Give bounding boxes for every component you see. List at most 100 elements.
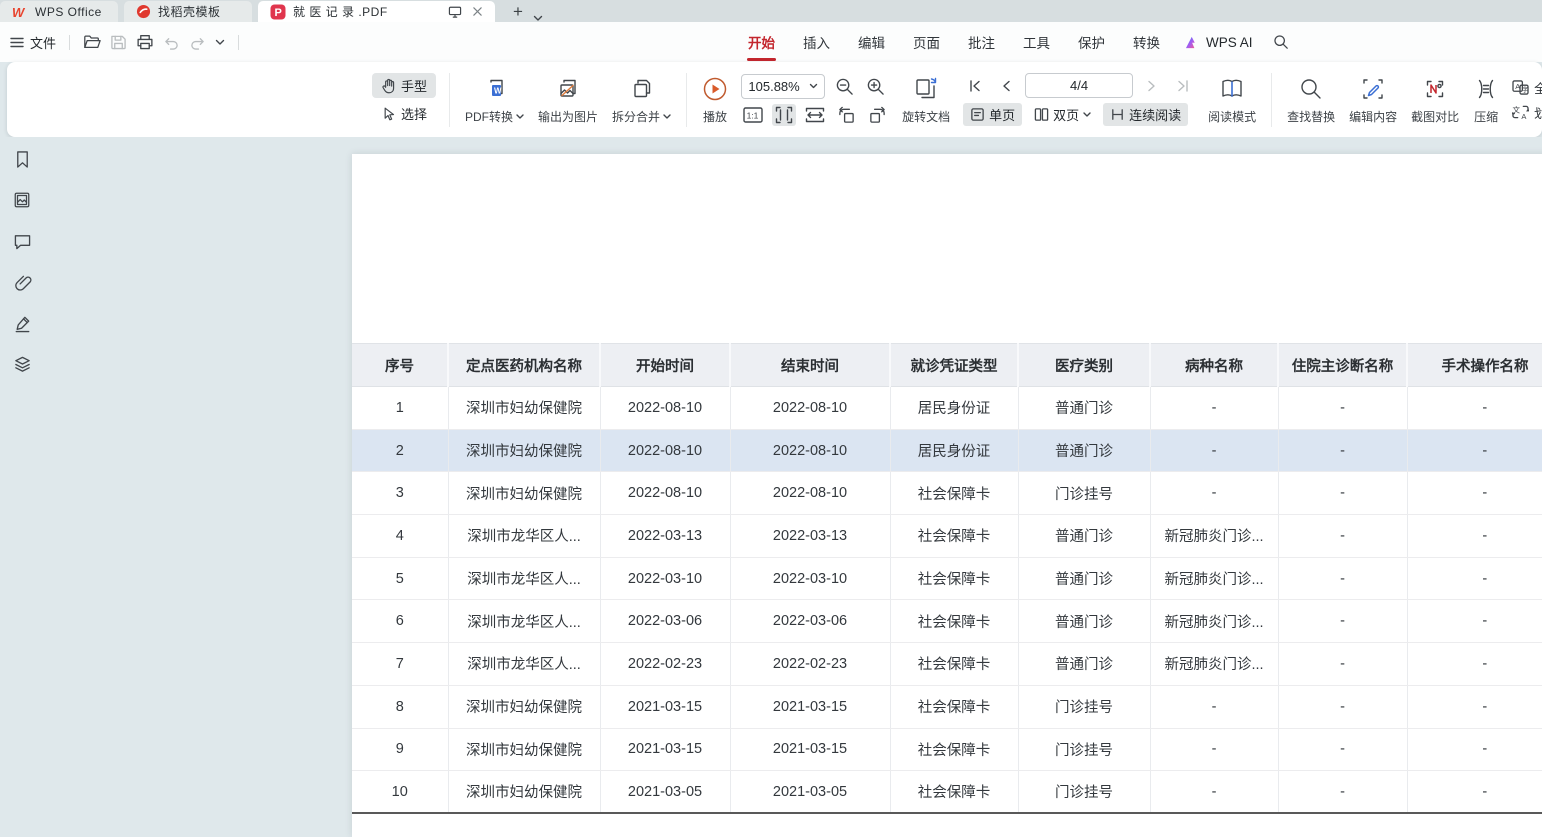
- table-cell: 2022-03-06: [730, 600, 890, 643]
- continuous-read-button[interactable]: 连续阅读: [1103, 103, 1188, 126]
- open-folder-icon[interactable]: [83, 34, 101, 50]
- tab-label: WPS Office: [35, 5, 102, 19]
- menu-tab-protect[interactable]: 保护: [1064, 22, 1119, 62]
- select-tool-button[interactable]: 选择: [372, 101, 436, 126]
- redo-icon[interactable]: [189, 35, 206, 50]
- file-menu-button[interactable]: 文件: [10, 33, 56, 52]
- thumbnail-icon[interactable]: [12, 190, 32, 210]
- read-mode-book-icon: [1219, 77, 1245, 101]
- find-replace-button[interactable]: 查找替换: [1280, 75, 1342, 125]
- table-cell: -: [1407, 771, 1542, 814]
- compress-button[interactable]: 压缩: [1466, 75, 1506, 125]
- menu-tab-insert[interactable]: 插入: [789, 22, 844, 62]
- table-cell: 2022-03-10: [730, 557, 890, 600]
- table-cell: 普通门诊: [1018, 557, 1150, 600]
- more-commands-chevron-icon[interactable]: [215, 39, 225, 46]
- close-icon[interactable]: [472, 6, 483, 17]
- fit-width-button[interactable]: [803, 104, 827, 126]
- table-cell: -: [1278, 387, 1407, 430]
- pdf-convert-button[interactable]: W PDF转换: [458, 75, 531, 125]
- menu-tab-wps-ai[interactable]: WPS AI: [1174, 35, 1263, 50]
- table-cell: 10: [352, 771, 448, 814]
- new-tab-button[interactable]: +: [513, 2, 523, 22]
- table-cell: 9: [352, 728, 448, 771]
- single-page-view-button[interactable]: 单页: [963, 103, 1022, 126]
- zoom-out-button[interactable]: [832, 75, 856, 97]
- table-cell: -: [1278, 472, 1407, 515]
- actual-size-button[interactable]: 1:1: [741, 104, 765, 126]
- screenshot-compare-button[interactable]: 截图对比: [1404, 75, 1466, 125]
- undo-icon[interactable]: [163, 35, 180, 50]
- table-cell: 1: [352, 387, 448, 430]
- zoom-level-select[interactable]: 105.88%: [741, 74, 825, 99]
- word-translate-icon: 文 A: [1512, 104, 1529, 120]
- full-translate-button[interactable]: A 字 全文翻译: [1512, 78, 1542, 97]
- menu-tab-home[interactable]: 开始: [734, 22, 789, 62]
- fit-page-button[interactable]: [772, 104, 796, 126]
- save-icon[interactable]: [110, 34, 127, 50]
- tab-docer-templates[interactable]: 找稻壳模板: [124, 1, 252, 22]
- table-cell: 深圳市妇幼保健院: [448, 387, 600, 430]
- pointer-tool-group: 手型 选择: [367, 73, 441, 126]
- pdf-page-canvas[interactable]: 序号定点医药机构名称开始时间结束时间就诊凭证类型医疗类别病种名称住院主诊断名称手…: [352, 154, 1542, 837]
- tab-wps-office[interactable]: W WPS Office: [0, 1, 118, 22]
- hand-tool-label: 手型: [401, 76, 427, 95]
- layers-icon[interactable]: [12, 354, 32, 374]
- find-replace-icon: [1299, 77, 1323, 101]
- table-cell: 5: [352, 557, 448, 600]
- bookmark-icon[interactable]: [12, 149, 32, 169]
- print-icon[interactable]: [136, 34, 154, 50]
- previous-page-button[interactable]: [994, 75, 1018, 97]
- divider: [449, 73, 450, 127]
- table-cell: -: [1150, 429, 1278, 472]
- table-cell: 居民身份证: [890, 429, 1018, 472]
- table-cell: -: [1407, 685, 1542, 728]
- table-cell: 2022-03-13: [730, 515, 890, 558]
- play-button[interactable]: 播放: [695, 75, 735, 125]
- table-cell: -: [1278, 515, 1407, 558]
- hand-tool-button[interactable]: 手型: [372, 73, 436, 98]
- table-cell: -: [1407, 600, 1542, 643]
- menu-tab-edit[interactable]: 编辑: [844, 22, 899, 62]
- rotate-document-label: 旋转文档: [902, 108, 950, 125]
- attachment-icon[interactable]: [12, 272, 32, 292]
- next-page-icon: [1146, 79, 1158, 93]
- table-cell: -: [1150, 685, 1278, 728]
- tab-list-chevron-icon[interactable]: [533, 15, 543, 22]
- split-merge-button[interactable]: 拆分合并: [605, 75, 678, 125]
- export-as-image-button[interactable]: 输出为图片: [531, 75, 605, 125]
- tab-document-pdf[interactable]: P 就 医 记 录 .PDF: [258, 1, 495, 22]
- rotate-right-button[interactable]: [865, 104, 889, 126]
- signature-pen-icon[interactable]: [12, 313, 32, 333]
- external-display-icon[interactable]: [448, 6, 462, 18]
- last-page-button[interactable]: [1171, 75, 1195, 97]
- table-cell: 2021-03-05: [730, 771, 890, 814]
- rotate-document-button[interactable]: 旋转文档: [895, 75, 957, 125]
- menu-tab-annotate[interactable]: 批注: [954, 22, 1009, 62]
- edit-content-button[interactable]: 编辑内容: [1342, 75, 1404, 125]
- table-cell: 2021-03-15: [730, 685, 890, 728]
- table-header-cell: 定点医药机构名称: [448, 344, 600, 387]
- comment-icon[interactable]: [12, 231, 32, 251]
- pdf-convert-label: PDF转换: [465, 108, 513, 125]
- menu-tab-page[interactable]: 页面: [899, 22, 954, 62]
- svg-text:字: 字: [1522, 85, 1529, 94]
- table-cell: -: [1278, 643, 1407, 686]
- tab-label: 找稻壳模板: [158, 3, 221, 20]
- table-cell: -: [1150, 728, 1278, 771]
- next-page-button[interactable]: [1140, 75, 1164, 97]
- menu-tab-convert[interactable]: 转换: [1119, 22, 1174, 62]
- menu-search-button[interactable]: [1263, 34, 1299, 50]
- zoom-in-button[interactable]: [863, 75, 887, 97]
- one-to-one-icon: 1:1: [743, 107, 763, 123]
- read-mode-button[interactable]: 阅读模式: [1201, 75, 1263, 125]
- first-page-button[interactable]: [963, 75, 987, 97]
- double-page-view-button[interactable]: 双页: [1027, 103, 1098, 126]
- table-row: 7深圳市龙华区人...2022-02-232022-02-23社会保障卡普通门诊…: [352, 643, 1542, 686]
- word-translate-button[interactable]: 文 A 划词翻译: [1512, 103, 1542, 122]
- rotate-left-button[interactable]: [834, 104, 858, 126]
- medical-records-table: 序号定点医药机构名称开始时间结束时间就诊凭证类型医疗类别病种名称住院主诊断名称手…: [352, 343, 1542, 814]
- svg-text:W: W: [12, 5, 26, 19]
- page-indicator-input[interactable]: 4/4: [1025, 73, 1133, 98]
- menu-tab-tools[interactable]: 工具: [1009, 22, 1064, 62]
